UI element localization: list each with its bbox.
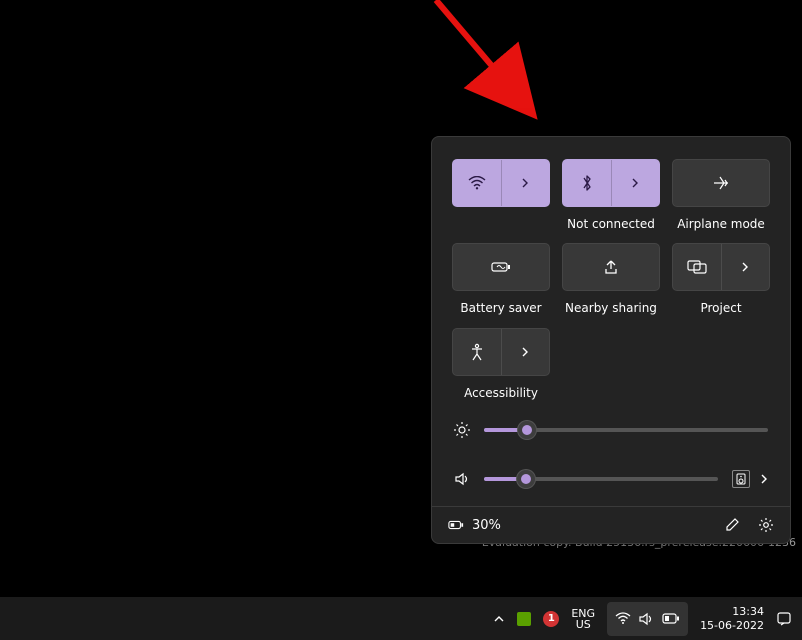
panel-footer: 30%: [432, 506, 790, 543]
airplane-toggle[interactable]: [672, 159, 770, 207]
project-expand[interactable]: [722, 244, 770, 290]
desktop: Evaluation copy. Build 25136.rs_prerelea…: [0, 0, 802, 597]
tile-project: Project: [672, 243, 770, 315]
security-alert-badge[interactable]: 1: [543, 611, 559, 627]
project-icon: [673, 244, 721, 290]
quick-settings-panel: Not connected Airplane mode Battery save…: [431, 136, 791, 544]
chevron-right-icon: [520, 178, 530, 188]
battery-percent-text: 30%: [472, 518, 501, 533]
bluetooth-icon: [563, 160, 611, 206]
wifi-toggle[interactable]: [452, 159, 550, 207]
bluetooth-label: Not connected: [567, 217, 655, 231]
tile-bluetooth: Not connected: [562, 159, 660, 231]
project-toggle[interactable]: [672, 243, 770, 291]
taskbar: 1 ENG US 13:34 15-06-2022: [0, 597, 802, 640]
tile-accessibility: Accessibility: [452, 328, 550, 400]
airplane-icon: [712, 174, 730, 192]
tray-overflow-chevron[interactable]: [493, 614, 505, 624]
lang-top: ENG: [571, 608, 595, 619]
clock-date[interactable]: 13:34 15-06-2022: [700, 605, 764, 631]
accessibility-label: Accessibility: [464, 386, 538, 400]
chevron-right-icon[interactable]: [760, 474, 768, 484]
volume-slider-row: [454, 470, 768, 488]
audio-output-button[interactable]: [732, 470, 750, 488]
tile-airplane: Airplane mode: [672, 159, 770, 231]
share-icon: [602, 259, 620, 275]
nearby-sharing-toggle[interactable]: [562, 243, 660, 291]
wifi-expand[interactable]: [502, 160, 550, 206]
battery-icon: [448, 517, 464, 533]
settings-button[interactable]: [758, 517, 774, 533]
bluetooth-expand[interactable]: [612, 160, 660, 206]
airplane-label: Airplane mode: [677, 217, 765, 231]
volume-icon: [454, 471, 470, 487]
volume-tray-icon: [639, 612, 654, 626]
chevron-right-icon: [630, 178, 640, 188]
volume-slider[interactable]: [484, 477, 718, 481]
tile-battery-saver: Battery saver: [452, 243, 550, 315]
battery-tray-icon: [662, 613, 680, 624]
tile-wifi: [452, 159, 550, 231]
chevron-right-icon: [740, 262, 750, 272]
language-switcher[interactable]: ENG US: [571, 608, 595, 630]
sliders-section: [432, 418, 790, 506]
battery-status[interactable]: 30%: [448, 517, 501, 533]
nvidia-tray-icon[interactable]: [517, 612, 531, 626]
brightness-slider-row: [454, 422, 768, 438]
system-tray: 1 ENG US 13:34 15-06-2022: [483, 597, 802, 640]
notification-center-icon[interactable]: [776, 611, 792, 627]
clock-date-text: 15-06-2022: [700, 619, 764, 632]
battery-saver-icon: [491, 260, 511, 274]
annotation-arrow: [430, 0, 550, 124]
project-label: Project: [700, 301, 741, 315]
lang-bottom: US: [576, 619, 591, 630]
wifi-icon: [453, 160, 501, 206]
wifi-tray-icon: [615, 612, 631, 625]
tile-nearby-sharing: Nearby sharing: [562, 243, 660, 315]
battery-saver-toggle[interactable]: [452, 243, 550, 291]
brightness-slider[interactable]: [484, 428, 768, 432]
brightness-icon: [454, 422, 470, 438]
battery-saver-label: Battery saver: [460, 301, 541, 315]
network-sound-battery-cluster[interactable]: [607, 602, 688, 636]
accessibility-toggle[interactable]: [452, 328, 550, 376]
clock-time: 13:34: [732, 605, 764, 618]
accessibility-expand[interactable]: [502, 329, 550, 375]
chevron-right-icon: [520, 347, 530, 357]
nearby-sharing-label: Nearby sharing: [565, 301, 657, 315]
tile-grid: Not connected Airplane mode Battery save…: [432, 137, 790, 418]
accessibility-icon: [453, 329, 501, 375]
bluetooth-toggle[interactable]: [562, 159, 660, 207]
edit-button[interactable]: [724, 517, 740, 533]
